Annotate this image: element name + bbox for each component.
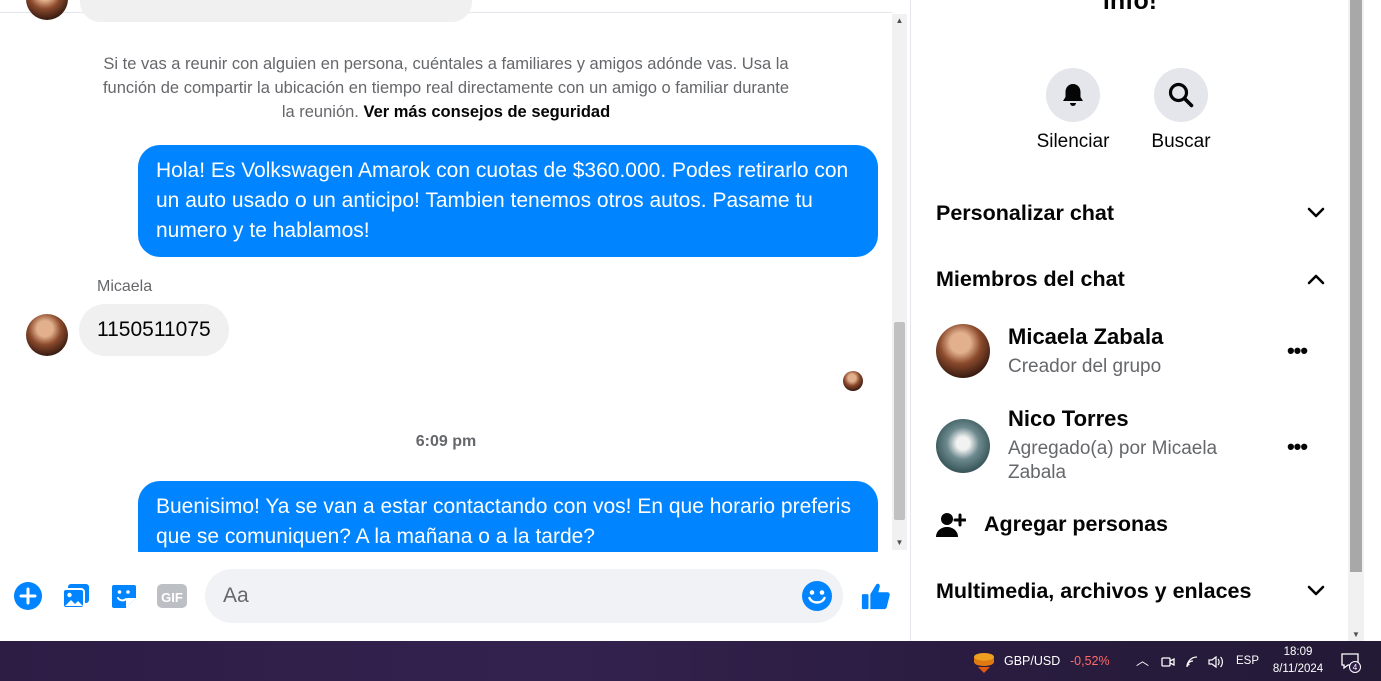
add-people-button[interactable]: Agregar personas [936,508,1326,544]
input-language[interactable]: ESP [1236,641,1259,681]
search-action[interactable]: Buscar [1131,68,1231,153]
add-people-label: Agregar personas [984,512,1169,536]
group-title-text: info! [1102,0,1158,15]
member-item[interactable]: Micaela Zabala Creador del grupo ••• [936,324,1326,384]
message-timestamp: 6:09 pm [415,433,477,450]
scroll-down-arrow-icon[interactable]: ▼ [892,536,907,550]
search-label: Buscar [1151,131,1211,152]
outgoing-message[interactable]: Buenisimo! Ya se van a estar contactando… [138,481,878,552]
message-input[interactable] [223,569,783,623]
notification-center-icon[interactable]: 4 [1340,641,1362,681]
chevron-up-icon[interactable] [1306,264,1326,294]
system-clock[interactable]: 18:09 8/11/2024 [1262,644,1334,678]
scrollbar-thumb[interactable] [894,322,905,520]
member-name: Micaela Zabala [1008,324,1164,349]
chevron-down-icon[interactable] [1306,198,1326,228]
chat-members-label: Miembros del chat [936,267,1125,291]
add-person-icon [936,510,967,545]
sticker-icon[interactable] [108,580,140,612]
member-avatar[interactable] [936,324,990,378]
sender-name: Micaela [97,278,153,295]
windows-taskbar: GBP/USD -0,52% ︿ ESP 18:09 8/11/2024 4 [0,641,1381,681]
plus-circle-icon[interactable] [12,580,44,612]
outgoing-message[interactable]: Hola! Es Volkswagen Amarok con cuotas de… [138,145,878,257]
message-list[interactable]: Si te vas a reunir con alguien en person… [0,0,892,552]
member-name: Nico Torres [1008,406,1129,431]
media-files-links-section[interactable]: Multimedia, archivos y enlaces [936,576,1326,606]
customize-chat-label: Personalizar chat [936,201,1115,225]
message-input-box[interactable] [205,569,843,623]
chevron-down-icon[interactable] [1306,576,1326,606]
scroll-up-arrow-icon[interactable]: ▲ [892,14,907,28]
stocks-widget-icon[interactable] [971,641,997,681]
ticker-change[interactable]: -0,52% [1070,641,1110,681]
member-role: Agregado(a) por Micaela Zabala [1008,438,1218,483]
clock-date: 8/11/2024 [1272,663,1324,675]
member-avatar[interactable] [936,419,990,473]
clock-time: 18:09 [1283,646,1313,658]
avatar [26,0,68,20]
thumbs-up-icon[interactable] [860,580,892,612]
notification-count: 4 [1353,663,1358,672]
window-edge [1364,0,1381,641]
composer: GIF [0,552,910,641]
mute-label: Silenciar [1036,131,1110,152]
chat-info-panel: info! Silenciar Buscar Personalizar chat… [910,0,1348,641]
volume-icon[interactable] [1207,641,1225,681]
member-role: Creador del grupo [1008,356,1162,377]
safety-tips-link[interactable]: Ver más consejos de seguridad [363,103,610,121]
mute-action[interactable]: Silenciar [1023,68,1123,153]
member-item[interactable]: Nico Torres Agregado(a) por Micaela Zaba… [936,406,1326,486]
media-files-links-label: Multimedia, archivos y enlaces [936,579,1252,603]
read-receipt-avatar [843,371,863,391]
safety-notice: Si te vas a reunir con alguien en person… [100,52,792,124]
incoming-message[interactable]: 1150511075 [79,304,229,356]
search-icon[interactable] [1154,68,1208,122]
ticker-symbol[interactable]: GBP/USD [1004,641,1060,681]
chevron-up-icon[interactable]: ︿ [1136,641,1149,681]
more-options-icon[interactable]: ••• [1282,434,1312,459]
gif-label: GIF [161,590,183,605]
bell-icon[interactable] [1046,68,1100,122]
page-scrollbar[interactable]: ▼ [1348,0,1364,641]
chat-members-section[interactable]: Miembros del chat [936,264,1326,294]
group-title: info! [911,0,1349,16]
message-bubble-partial [80,0,472,22]
photo-icon[interactable] [60,580,92,612]
sender-avatar[interactable] [26,314,68,356]
meet-now-icon[interactable] [1160,641,1176,681]
emoji-icon[interactable] [801,580,833,612]
chat-scrollbar[interactable]: ▲ ▼ [892,14,907,550]
gif-icon[interactable]: GIF [156,580,188,612]
scrollbar-thumb[interactable] [1350,0,1362,572]
customize-chat-section[interactable]: Personalizar chat [936,198,1326,228]
chat-pane: Si te vas a reunir con alguien en person… [0,0,910,641]
more-options-icon[interactable]: ••• [1282,338,1312,363]
scroll-down-arrow-icon[interactable]: ▼ [1348,630,1364,639]
wifi-icon[interactable] [1185,641,1201,681]
